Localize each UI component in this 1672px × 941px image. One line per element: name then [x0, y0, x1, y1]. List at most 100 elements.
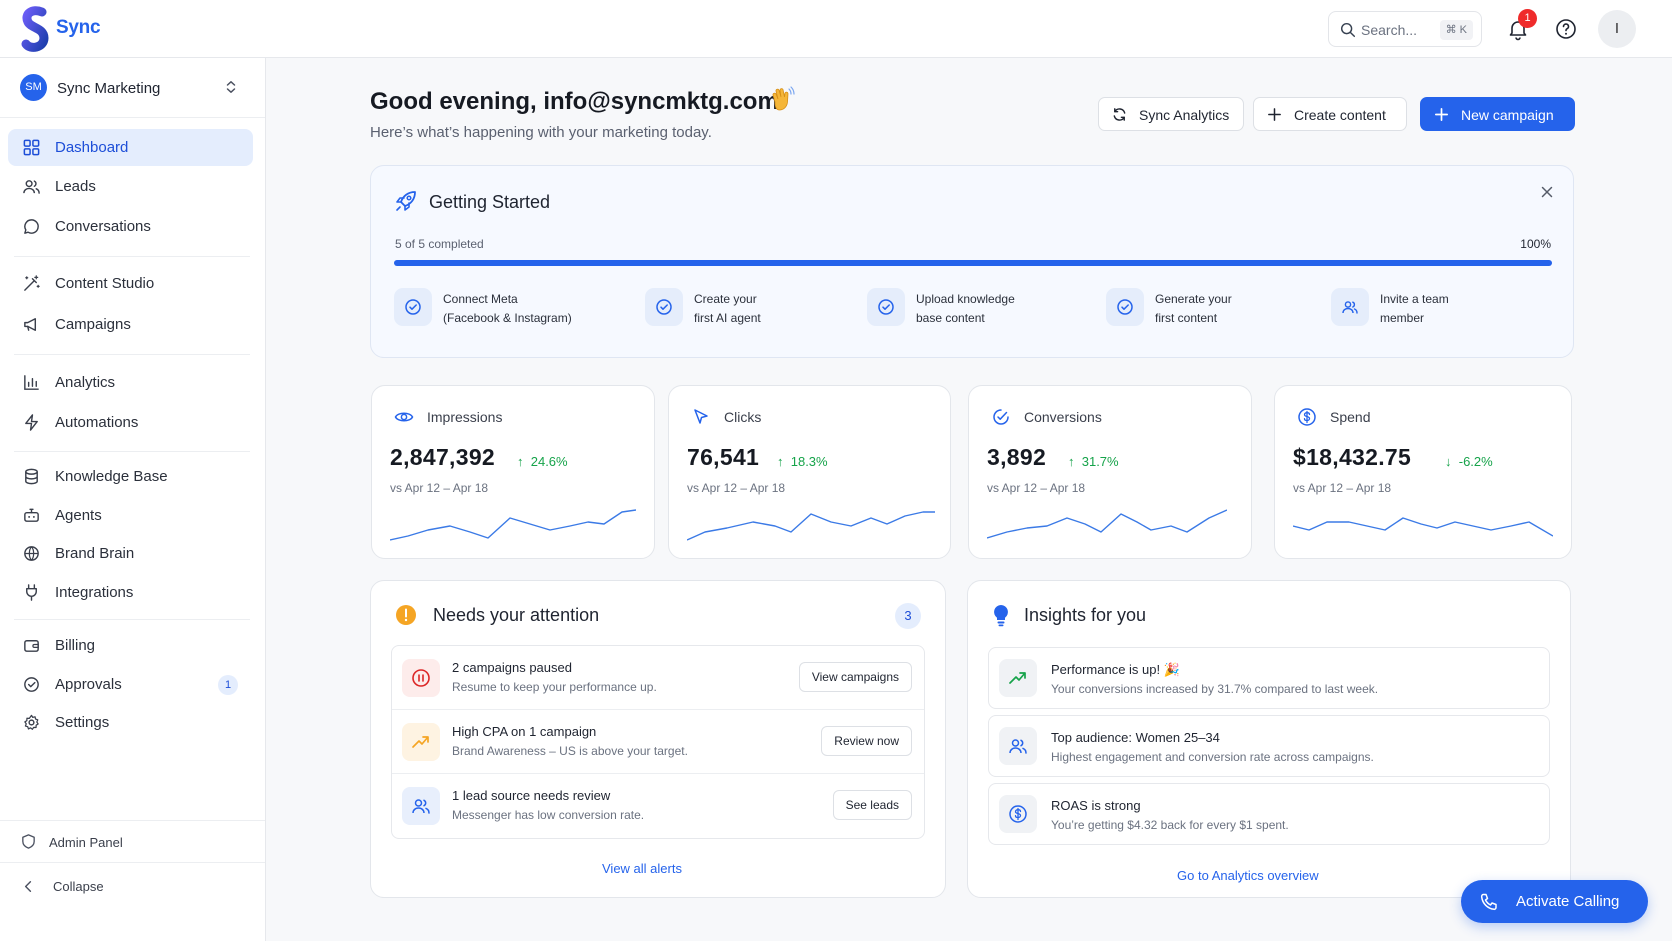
sidebar-item-settings[interactable]: Settings [8, 704, 253, 741]
insight-icon-wrap [999, 795, 1037, 833]
sidebar-item-label: Analytics [55, 374, 116, 391]
step-icon-wrap [867, 288, 905, 326]
activate-calling-button[interactable]: Activate Calling [1461, 880, 1648, 923]
see-leads-button[interactable]: See leads [832, 790, 912, 820]
sidebar-item-brand-brain[interactable]: Brand Brain [8, 535, 253, 572]
insights-card: Insights for you Performance is up! 🎉 Yo… [967, 580, 1571, 898]
sidebar-divider [14, 619, 250, 620]
sparkline-chart [987, 509, 1227, 539]
analytics-overview-link[interactable]: Go to Analytics overview [1177, 868, 1319, 883]
sync-analytics-button[interactable]: Sync Analytics [1098, 97, 1244, 131]
alert-desc: Brand Awareness – US is above your targe… [452, 744, 688, 758]
bot-icon [24, 508, 39, 522]
getting-started-card: Getting Started 5 of 5 completed 100% Co… [370, 165, 1574, 358]
view-campaigns-button[interactable]: View campaigns [798, 662, 912, 692]
sidebar-item-campaigns[interactable]: Campaigns [8, 306, 253, 343]
close-icon[interactable] [1539, 184, 1555, 200]
sync-analytics-label: Sync Analytics [1139, 107, 1230, 123]
step-text: Invite a team member [1380, 292, 1449, 325]
alert-row: 1 lead source needs review Messenger has… [392, 774, 924, 838]
sidebar-item-approvals[interactable]: Approvals 1 [8, 666, 253, 703]
search-box[interactable]: Search... ⌘ K [1328, 11, 1482, 47]
sparkline-chart [1293, 517, 1553, 537]
megaphone-icon [24, 318, 37, 331]
alert-desc: Resume to keep your performance up. [452, 680, 657, 694]
sidebar-item-analytics[interactable]: Analytics [8, 364, 253, 401]
kpi-card-clicks[interactable]: Clicks 76,541 ↑ 18.3% vs Apr 12 – Apr 18 [668, 385, 951, 559]
alert-row: 2 campaigns paused Resume to keep your p… [392, 646, 924, 710]
search-shortcut: ⌘ K [1439, 20, 1473, 40]
sidebar-item-label: Approvals [55, 676, 122, 693]
check-circle-icon [1117, 299, 1133, 315]
sidebar-item-integrations[interactable]: Integrations [8, 574, 253, 611]
view-all-alerts-link[interactable]: View all alerts [602, 861, 682, 876]
create-content-button[interactable]: Create content [1253, 97, 1407, 131]
rocket-icon [396, 191, 416, 211]
sidebar-item-automations[interactable]: Automations [8, 404, 253, 441]
kpi-card-conversions[interactable]: Conversions 3,892 ↑ 31.7% vs Apr 12 – Ap… [968, 385, 1252, 559]
plus-icon [1268, 108, 1281, 121]
phone-icon [1480, 893, 1497, 911]
check-circle-icon [24, 677, 39, 692]
top-bar: Sync Search... ⌘ K 1 I [0, 0, 1672, 58]
step-icon-wrap [1106, 288, 1144, 326]
help-icon[interactable] [1554, 17, 1578, 41]
kpi-card-spend[interactable]: Spend $18,432.75 ↓ -6.2% vs Apr 12 – Apr… [1274, 385, 1572, 559]
database-icon [25, 468, 38, 485]
admin-panel-label: Admin Panel [49, 835, 123, 850]
sync-logo-icon[interactable] [18, 6, 52, 52]
trending-up-icon [412, 736, 429, 748]
insight-row[interactable]: ROAS is strong You’re getting $4.32 back… [988, 783, 1550, 845]
insight-row[interactable]: Performance is up! 🎉 Your conversions in… [988, 647, 1550, 709]
insight-desc: You’re getting $4.32 back for every $1 s… [1051, 818, 1289, 832]
sparkline-chart [390, 509, 636, 541]
user-avatar[interactable]: I [1598, 10, 1636, 48]
sidebar-item-label: Agents [55, 507, 102, 524]
workspace-avatar: SM [20, 74, 47, 101]
getting-started-title: Getting Started [429, 192, 551, 212]
sidebar-item-billing[interactable]: Billing [8, 627, 253, 664]
alert-icon-wrap [402, 723, 440, 761]
step-text: Generate your first content [1155, 292, 1232, 325]
sidebar-item-knowledge-base[interactable]: Knowledge Base [8, 458, 253, 495]
insight-row[interactable]: Top audience: Women 25–34 Highest engage… [988, 715, 1550, 777]
dollar-icon [1298, 408, 1316, 426]
admin-panel-link[interactable]: Admin Panel [0, 820, 265, 862]
users-icon [412, 799, 430, 814]
check-circle-icon [405, 299, 421, 315]
sidebar-item-label: Integrations [55, 584, 134, 601]
insight-desc: Highest engagement and conversion rate a… [1051, 750, 1374, 764]
sidebar-item-dashboard[interactable]: Dashboard [8, 129, 253, 166]
kpi-label: Spend [1330, 409, 1371, 425]
app-name: Sync [56, 17, 101, 38]
kpi-card-impressions[interactable]: Impressions 2,847,392 ↑ 24.6% vs Apr 12 … [371, 385, 655, 559]
alerts-list: 2 campaigns paused Resume to keep your p… [391, 645, 925, 839]
shield-icon [22, 834, 35, 849]
insights-title: Insights for you [1024, 605, 1147, 625]
sidebar-item-label: Brand Brain [55, 545, 135, 562]
sidebar-item-agents[interactable]: Agents [8, 497, 253, 534]
plus-icon [1434, 107, 1449, 122]
pause-circle-icon [412, 669, 430, 687]
sidebar-divider [14, 256, 250, 257]
alert-title: High CPA on 1 campaign [452, 724, 597, 739]
new-campaign-button[interactable]: New campaign [1420, 97, 1575, 131]
alert-icon-wrap [402, 787, 440, 825]
sidebar-item-label: Dashboard [55, 139, 129, 156]
gear-icon [24, 714, 39, 730]
kpi-comparison: vs Apr 12 – Apr 18 [390, 481, 489, 495]
kpi-comparison: vs Apr 12 – Apr 18 [1293, 481, 1392, 495]
sparkline-chart [687, 511, 935, 541]
workspace-switcher[interactable]: SM Sync Marketing [0, 58, 265, 118]
check-circle-icon [878, 299, 894, 315]
step-text: Upload knowledge base content [916, 292, 1015, 325]
chevron-left-icon [24, 881, 32, 892]
sidebar-item-conversations[interactable]: Conversations [8, 208, 253, 245]
collapse-sidebar-button[interactable]: Collapse [0, 862, 265, 908]
magic-wand-icon [24, 275, 40, 291]
bar-chart-icon [24, 375, 39, 390]
step-text: Connect Meta (Facebook & Instagram) [443, 292, 572, 325]
sidebar-item-content-studio[interactable]: Content Studio [8, 265, 253, 302]
review-now-button[interactable]: Review now [821, 726, 912, 756]
sidebar-item-leads[interactable]: Leads [8, 168, 253, 205]
